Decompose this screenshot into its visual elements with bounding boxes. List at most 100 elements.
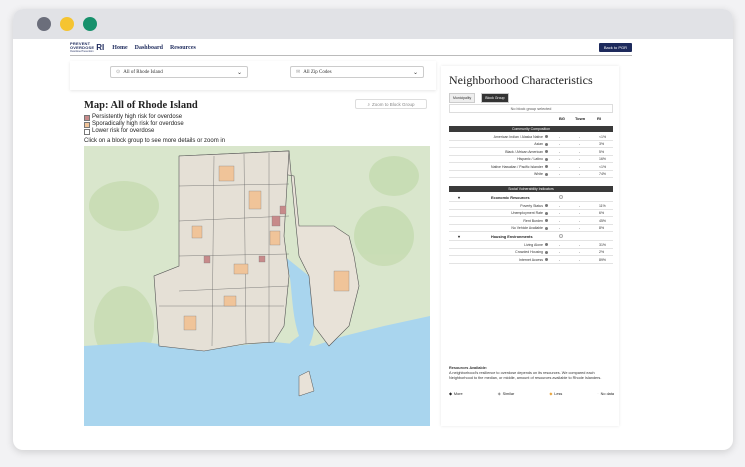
info-icon[interactable] <box>545 211 548 215</box>
nav-dashboard-link[interactable]: Dashboard <box>135 45 163 51</box>
table-row: Living Alone - - 31% <box>449 241 613 249</box>
legend-label: Persistently high risk for overdose <box>92 114 183 120</box>
bg-value: - <box>559 218 561 223</box>
nav-resources-link[interactable]: Resources <box>170 45 196 51</box>
town-value: - <box>579 218 581 223</box>
info-icon[interactable] <box>545 157 548 161</box>
chevron-down-icon: ⌄ <box>236 69 242 76</box>
tab-municipality[interactable]: Municipality <box>449 93 476 103</box>
nav-home-link[interactable]: Home <box>112 45 127 51</box>
row-label: Black / African American <box>505 149 543 154</box>
back-button[interactable]: Back to PGR <box>598 43 632 52</box>
legend-swatch-sporadic <box>84 121 90 128</box>
search-icon: ⌕ <box>367 101 370 107</box>
municipality-value: All of Rhode Island <box>123 69 163 75</box>
map-canvas[interactable] <box>84 146 430 426</box>
municipality-select[interactable]: ⊙ All of Rhode Island ⌄ <box>110 66 248 78</box>
chevron-down-icon: ⌄ <box>412 69 418 76</box>
key-no-data: · No data <box>597 391 614 396</box>
econ-label: Economic Resources <box>491 195 530 200</box>
legend-label: Lower risk for overdose <box>92 128 155 134</box>
legend-swatch-persistent <box>84 114 90 121</box>
map-title: Map: All of Rhode Island <box>84 100 198 111</box>
maximize-dot[interactable] <box>83 17 97 31</box>
ri-value: 8% <box>599 226 605 230</box>
community-rows: American Indian / Alaska Native - - <1% Asi… <box>449 133 613 178</box>
legend-swatch-lower <box>84 128 90 135</box>
ri-value: 31% <box>599 242 607 247</box>
location-icon: ⊙ <box>116 70 121 75</box>
zoom-label: Zoom to Block Group <box>372 101 415 107</box>
status-circle-icon <box>559 234 563 238</box>
status-circle-icon <box>559 195 563 199</box>
logo-sub: Overdose Prevention <box>70 50 94 53</box>
ri-value: <1% <box>599 134 607 139</box>
browser-chrome <box>13 9 733 39</box>
tab-block-group[interactable]: Block Group <box>481 93 509 103</box>
diamond-outline-icon: ◈ <box>497 392 501 396</box>
info-icon[interactable] <box>545 135 548 138</box>
town-value: - <box>579 257 581 262</box>
column-headers: BG Town RI <box>449 116 613 123</box>
row-label: No Vehicle Available <box>511 226 543 230</box>
table-row: Poverty Status - - 11% <box>449 202 613 210</box>
housing-subsection[interactable]: ▾ Housing Environments <box>449 232 613 241</box>
row-label: American Indian / Alaska Native <box>493 134 543 139</box>
svi-rows: ▾ Economic Resources Poverty Status - -11% … <box>449 193 613 264</box>
info-icon[interactable] <box>545 226 548 230</box>
bg-value: - <box>559 142 561 146</box>
col-town: Town <box>575 116 586 121</box>
info-icon[interactable] <box>545 243 548 246</box>
info-icon[interactable] <box>545 150 548 153</box>
info-icon[interactable] <box>545 250 548 254</box>
bg-value: - <box>559 172 561 176</box>
key-label: Less <box>554 391 563 396</box>
bg-value: - <box>559 226 561 230</box>
info-icon[interactable] <box>545 204 548 207</box>
row-label: Rent Burden <box>523 218 543 223</box>
ri-value: 5% <box>599 149 605 154</box>
row-label: Asian <box>534 142 543 146</box>
town-value: - <box>579 211 581 215</box>
town-value: - <box>579 134 581 139</box>
info-icon[interactable] <box>545 172 548 176</box>
info-icon[interactable] <box>545 142 548 146</box>
ri-value: 6% <box>599 211 605 215</box>
info-icon[interactable] <box>545 258 548 261</box>
caret-down-icon: ▾ <box>458 195 461 200</box>
close-dot[interactable] <box>37 17 51 31</box>
ri-value: 16% <box>599 157 607 161</box>
map-svg[interactable] <box>84 146 430 426</box>
zip-select[interactable]: ✉ All Zip Codes ⌄ <box>290 66 424 78</box>
bg-value: - <box>559 250 561 254</box>
bg-value: - <box>559 157 561 161</box>
legend-label: Sporadically high risk for overdose <box>92 121 184 127</box>
top-nav: PREVENT OVERDOSE Overdose Prevention RI … <box>70 40 632 56</box>
housing-label: Housing Environments <box>491 234 533 239</box>
key-label: More <box>453 391 463 396</box>
bg-value: - <box>559 164 561 169</box>
table-row: Asian - - 3% <box>449 141 613 148</box>
table-row: Hispanic / Latino - - 16% <box>449 156 613 163</box>
zoom-to-block-group-button[interactable]: ⌕ Zoom to Block Group <box>355 99 427 109</box>
site-logo[interactable]: PREVENT OVERDOSE Overdose Prevention RI <box>70 42 104 54</box>
bg-value: - <box>559 134 561 139</box>
econ-subsection[interactable]: ▾ Economic Resources <box>449 193 613 202</box>
key-similar: ◈ Similar <box>497 391 515 397</box>
map-legend: Persistently high risk for overdose Spor… <box>84 114 184 135</box>
town-value: - <box>579 142 581 146</box>
col-ri: RI <box>597 116 601 121</box>
key-more: ◆ More <box>449 391 463 397</box>
ri-value: 89% <box>599 257 607 262</box>
panel-title: Neighborhood Characteristics <box>449 73 593 87</box>
map-hint: Click on a block group to see more detai… <box>84 138 226 144</box>
row-label: Hispanic / Latino <box>517 157 543 161</box>
row-label: Native Hawaiian / Pacific Islander <box>491 164 543 169</box>
bg-value: - <box>559 242 561 247</box>
minimize-dot[interactable] <box>60 17 74 31</box>
row-label: Crowded Housing <box>515 250 543 254</box>
diamond-filled-icon: ◆ <box>449 392 452 396</box>
dot-icon: · <box>597 391 599 396</box>
info-icon[interactable] <box>545 219 548 222</box>
info-icon[interactable] <box>545 165 548 168</box>
